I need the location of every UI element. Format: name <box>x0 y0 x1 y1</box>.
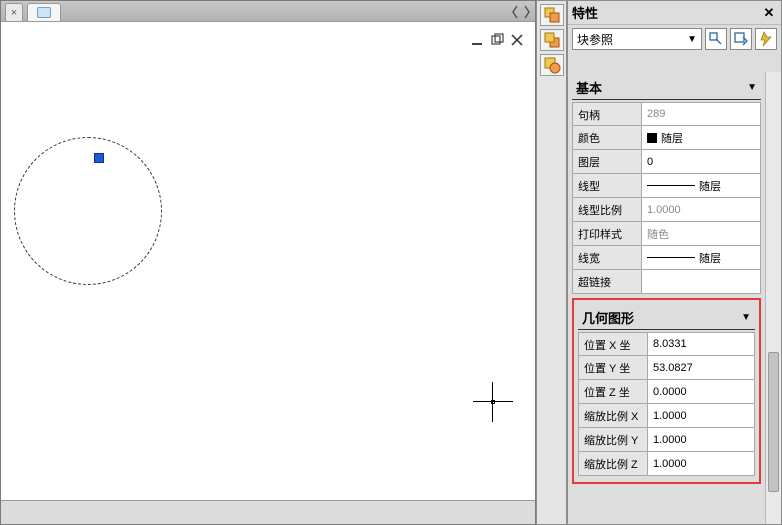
vertical-scrollbar[interactable] <box>765 72 781 524</box>
tab-prev[interactable] <box>509 2 521 21</box>
line-sample-icon <box>647 257 695 258</box>
properties-list: 基本 ▼ 句柄 289 颜色 随层 图层 <box>568 72 765 524</box>
row-color: 颜色 随层 <box>572 126 761 150</box>
tab-new[interactable] <box>27 3 61 21</box>
section-geometry-highlight: 几何图形 ▼ 位置 X 坐 位置 Y 坐 位置 Z 坐 <box>572 298 761 484</box>
value-handle: 289 <box>642 102 761 126</box>
grip-handle[interactable] <box>94 153 104 163</box>
label-linetype-scale: 线型比例 <box>572 198 642 222</box>
chevron-down-icon: ▼ <box>741 312 751 323</box>
label-linetype: 线型 <box>572 174 642 198</box>
selection-circle <box>14 137 162 285</box>
row-pos-y: 位置 Y 坐 <box>578 356 755 380</box>
canvas[interactable] <box>1 22 535 500</box>
input-pos-y[interactable] <box>653 362 749 374</box>
tab-next[interactable] <box>521 2 533 21</box>
value-scale-z[interactable] <box>648 452 755 476</box>
input-scale-y[interactable] <box>653 434 749 446</box>
value-linetype-scale[interactable]: 1.0000 <box>642 198 761 222</box>
row-hyperlink: 超链接 <box>572 270 761 294</box>
page-icon <box>37 7 51 18</box>
properties-panel: 特性 ✕ 块参照 ▼ 基本 ▼ <box>567 0 782 525</box>
canvas-panel: × <box>0 0 536 525</box>
label-plot-style: 打印样式 <box>572 222 642 246</box>
label-pos-z: 位置 Z 坐 <box>578 380 648 404</box>
section-basic-header[interactable]: 基本 ▼ <box>572 76 761 100</box>
label-handle: 句柄 <box>572 102 642 126</box>
tab-bar: × <box>1 1 535 22</box>
input-scale-x[interactable] <box>653 410 749 422</box>
tool-bring-front[interactable] <box>540 4 564 26</box>
object-selector-row: 块参照 ▼ <box>568 24 781 52</box>
object-type-select[interactable]: 块参照 ▼ <box>572 28 702 50</box>
label-hyperlink: 超链接 <box>572 270 642 294</box>
value-scale-y[interactable] <box>648 428 755 452</box>
value-plot-style[interactable]: 随色 <box>642 222 761 246</box>
status-bar <box>1 500 535 524</box>
section-basic-title: 基本 <box>576 78 602 97</box>
tab-arrows <box>509 1 533 22</box>
row-handle: 句柄 289 <box>572 102 761 126</box>
close-icon[interactable] <box>509 32 525 48</box>
value-pos-x[interactable] <box>648 332 755 356</box>
label-pos-x: 位置 X 坐 <box>578 332 648 356</box>
label-color: 颜色 <box>572 126 642 150</box>
value-pos-z[interactable] <box>648 380 755 404</box>
section-geometry-title: 几何图形 <box>582 308 634 327</box>
label-lineweight: 线宽 <box>572 246 642 270</box>
label-scale-z: 缩放比例 Z <box>578 452 648 476</box>
value-scale-x[interactable] <box>648 404 755 428</box>
scrollbar-thumb[interactable] <box>768 352 779 492</box>
app-root: × <box>0 0 782 525</box>
tool-circle-overlap[interactable] <box>540 54 564 76</box>
chevron-down-icon: ▼ <box>747 82 757 93</box>
label-pos-y: 位置 Y 坐 <box>578 356 648 380</box>
row-layer: 图层 0 <box>572 150 761 174</box>
label-layer: 图层 <box>572 150 642 174</box>
section-basic: 基本 ▼ 句柄 289 颜色 随层 图层 <box>572 76 761 294</box>
section-geometry-header[interactable]: 几何图形 ▼ <box>578 306 755 330</box>
value-linetype[interactable]: 随层 <box>642 174 761 198</box>
value-hyperlink[interactable] <box>642 270 761 294</box>
row-pos-x: 位置 X 坐 <box>578 332 755 356</box>
row-linetype-scale: 线型比例 1.0000 <box>572 198 761 222</box>
input-pos-z[interactable] <box>653 386 749 398</box>
row-plot-style: 打印样式 随色 <box>572 222 761 246</box>
value-layer[interactable]: 0 <box>642 150 761 174</box>
row-linetype: 线型 随层 <box>572 174 761 198</box>
row-scale-y: 缩放比例 Y <box>578 428 755 452</box>
tab-close[interactable]: × <box>5 3 23 21</box>
row-lineweight: 线宽 随层 <box>572 246 761 270</box>
panel-close-icon[interactable]: ✕ <box>761 5 777 21</box>
value-lineweight[interactable]: 随层 <box>642 246 761 270</box>
value-color[interactable]: 随层 <box>642 126 761 150</box>
label-scale-y: 缩放比例 Y <box>578 428 648 452</box>
geometry-grid: 位置 X 坐 位置 Y 坐 位置 Z 坐 缩放比例 X <box>578 332 755 476</box>
row-scale-z: 缩放比例 Z <box>578 452 755 476</box>
input-scale-z[interactable] <box>653 458 749 470</box>
chevron-down-icon: ▼ <box>687 34 697 45</box>
panel-title-bar: 特性 ✕ <box>568 1 781 24</box>
flash-button[interactable] <box>755 28 777 50</box>
minimize-icon[interactable] <box>469 32 485 48</box>
pick-button[interactable] <box>730 28 752 50</box>
panel-title: 特性 <box>572 3 598 22</box>
row-pos-z: 位置 Z 坐 <box>578 380 755 404</box>
line-sample-icon <box>647 185 695 186</box>
crosshair-cursor <box>473 382 513 422</box>
tool-send-back[interactable] <box>540 29 564 51</box>
basic-grid: 句柄 289 颜色 随层 图层 0 线型 随层 <box>572 102 761 294</box>
object-type-value: 块参照 <box>577 31 613 48</box>
window-controls <box>469 32 525 48</box>
row-scale-x: 缩放比例 X <box>578 404 755 428</box>
value-pos-y[interactable] <box>648 356 755 380</box>
color-swatch-icon <box>647 133 657 143</box>
label-scale-x: 缩放比例 X <box>578 404 648 428</box>
quick-select-button[interactable] <box>705 28 727 50</box>
input-pos-x[interactable] <box>653 338 749 350</box>
side-toolbar <box>536 0 567 525</box>
restore-icon[interactable] <box>489 32 505 48</box>
properties-scroll: 基本 ▼ 句柄 289 颜色 随层 图层 <box>568 72 781 524</box>
